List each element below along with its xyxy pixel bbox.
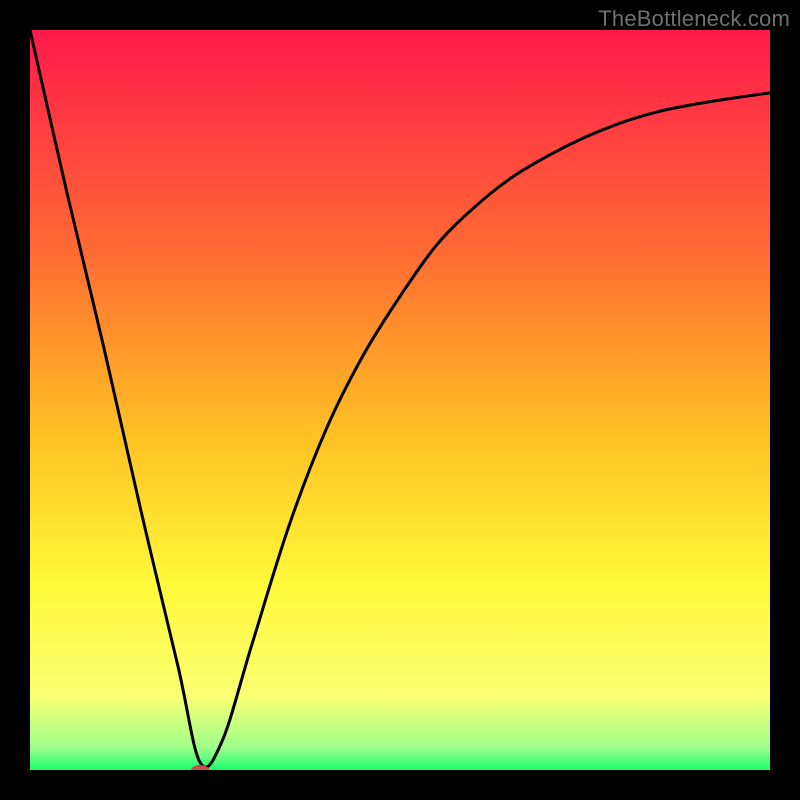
- chart-frame: TheBottleneck.com: [0, 0, 800, 800]
- plot-area: [30, 30, 770, 770]
- watermark-text: TheBottleneck.com: [598, 6, 790, 32]
- chart-svg: [30, 30, 770, 770]
- gradient-background: [30, 30, 770, 770]
